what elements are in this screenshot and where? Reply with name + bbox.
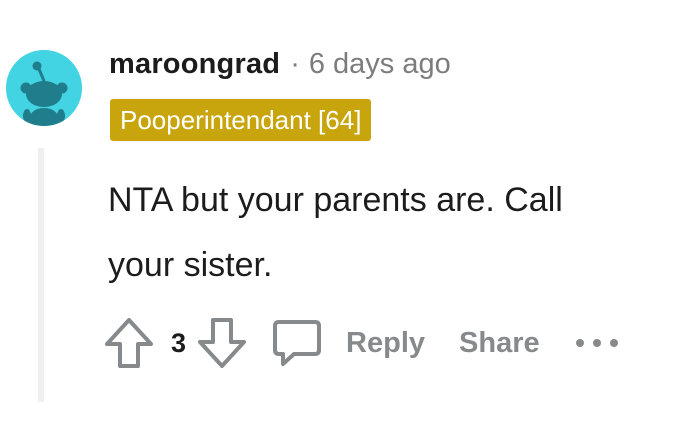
speech-bubble-icon: [270, 316, 324, 370]
comment-body-line: NTA but your parents are. Call: [108, 181, 563, 219]
comment-button[interactable]: [270, 316, 324, 370]
arrow-up-icon: [103, 316, 155, 370]
vote-count: 3: [171, 327, 187, 358]
snoo-avatar-icon: [6, 50, 82, 126]
separator-dot: ·: [290, 47, 300, 80]
timestamp[interactable]: 6 days ago: [309, 48, 451, 81]
share-button[interactable]: Share: [459, 327, 540, 360]
thread-line[interactable]: [38, 148, 44, 402]
comment-body: NTA but your parents are. Call your sist…: [108, 168, 678, 298]
user-flair: Pooperintendant [64]: [110, 99, 372, 141]
comment-actions: 3 Reply Share: [103, 313, 620, 373]
comment: maroongrad · 6 days ago Pooperintendant …: [0, 0, 700, 432]
comment-header: maroongrad · 6 days ago: [109, 44, 451, 84]
more-options-button[interactable]: [574, 335, 620, 351]
reply-button[interactable]: Reply: [346, 327, 425, 360]
avatar[interactable]: [6, 50, 82, 126]
downvote-button[interactable]: [196, 316, 248, 370]
arrow-down-icon: [196, 316, 248, 370]
more-dots-icon: [574, 335, 620, 351]
upvote-button[interactable]: [103, 316, 155, 370]
comment-body-line: your sister.: [108, 246, 273, 284]
username[interactable]: maroongrad: [109, 48, 280, 81]
